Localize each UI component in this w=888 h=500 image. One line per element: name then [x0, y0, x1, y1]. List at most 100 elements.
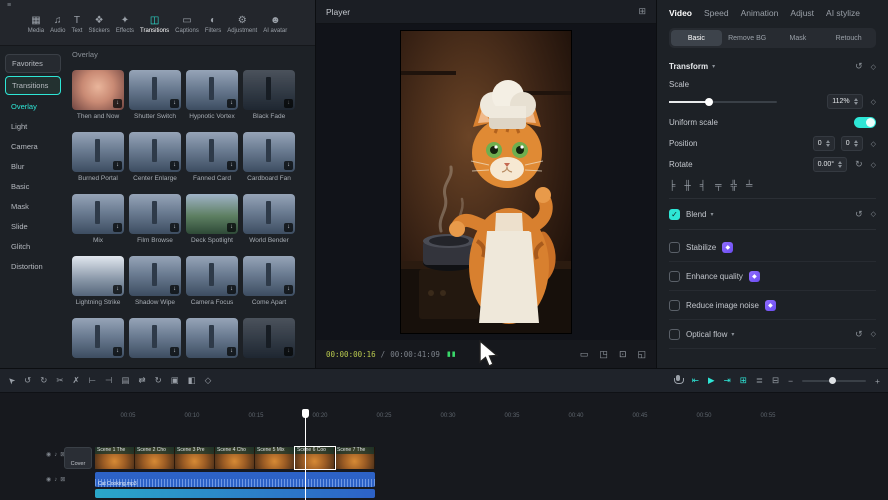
transition-item[interactable]: ↓ — [129, 318, 181, 358]
select-tool-icon[interactable]: ➤ — [5, 374, 18, 387]
tab-audio[interactable]: ♫Audio — [50, 15, 65, 34]
trim-left-icon[interactable]: ⊢ — [89, 375, 96, 386]
track-height-icon[interactable]: ≣ — [756, 375, 763, 386]
sidebar-item-transitions[interactable]: Transitions — [5, 76, 61, 95]
subtab-remove-bg[interactable]: Remove BG — [722, 30, 773, 46]
record-voiceover-icon[interactable] — [674, 375, 683, 386]
transform-keyframe-icon[interactable]: ◇ — [871, 63, 876, 71]
sidebar-item-glitch[interactable]: Glitch — [5, 238, 61, 255]
rotate-keyframe-icon[interactable]: ◇ — [871, 161, 876, 169]
download-icon[interactable]: ↓ — [284, 99, 293, 108]
download-icon[interactable]: ↓ — [284, 347, 293, 356]
clip-scene-6-selected[interactable]: Scene 6 Coo — [295, 447, 335, 469]
download-icon[interactable]: ↓ — [227, 223, 236, 232]
download-icon[interactable]: ↓ — [170, 223, 179, 232]
scale-keyframe-icon[interactable]: ◇ — [871, 98, 876, 106]
tab-speed[interactable]: Speed — [704, 8, 729, 18]
clip-scene-4[interactable]: Scene 4 Cho — [215, 447, 255, 469]
mute-icon[interactable]: ♪ — [54, 477, 57, 483]
preview-end-icon[interactable]: ⇥ — [724, 375, 731, 386]
mute-icon[interactable]: ♪ — [54, 452, 57, 458]
clip-scene-5[interactable]: Scene 5 Mix — [255, 447, 295, 469]
sidebar-item-camera[interactable]: Camera — [5, 138, 61, 155]
split-icon[interactable]: ✂ — [56, 375, 63, 386]
transition-item[interactable]: ↓Film Browse — [129, 194, 181, 246]
play-icon[interactable]: ▶ — [708, 375, 715, 386]
transition-item[interactable]: ↓Camera Focus — [186, 256, 238, 308]
download-icon[interactable]: ↓ — [227, 99, 236, 108]
tab-adjustment[interactable]: ⚙Adjustment — [227, 15, 257, 34]
tab-video[interactable]: Video — [669, 8, 692, 18]
download-icon[interactable]: ↓ — [113, 285, 122, 294]
playhead[interactable] — [305, 409, 306, 500]
tab-media[interactable]: ▦Media — [28, 15, 44, 34]
optical-flow-keyframe-icon[interactable]: ◇ — [871, 330, 876, 338]
subtab-mask[interactable]: Mask — [773, 30, 824, 46]
transition-item[interactable]: ↓Center Enlarge — [129, 132, 181, 184]
eye-icon[interactable]: ◉ — [46, 451, 51, 458]
scale-slider[interactable] — [669, 101, 777, 103]
download-icon[interactable]: ↓ — [113, 161, 122, 170]
sidebar-item-slide[interactable]: Slide — [5, 218, 61, 235]
tab-animation[interactable]: Animation — [741, 8, 779, 18]
eye-icon[interactable]: ◉ — [46, 476, 51, 483]
rotate-value-stepper[interactable]: 0.00° — [813, 157, 847, 172]
transition-item[interactable]: ↓Mix — [72, 194, 124, 246]
transition-item[interactable]: ↓Hypnotic Vortex — [186, 70, 238, 122]
optical-flow-reset-icon[interactable]: ↺ — [855, 329, 863, 340]
transition-item[interactable]: ↓ — [72, 318, 124, 358]
tab-transitions[interactable]: ◫Transitions — [140, 15, 169, 34]
zoom-in-icon[interactable]: + — [875, 376, 880, 386]
blend-keyframe-icon[interactable]: ◇ — [871, 210, 876, 218]
snapping-icon[interactable]: ⊟ — [772, 375, 779, 386]
blend-checkbox[interactable]: ✓ — [669, 209, 680, 220]
download-icon[interactable]: ↓ — [113, 223, 122, 232]
transform-reset-icon[interactable]: ↺ — [855, 61, 863, 72]
chevron-down-icon[interactable]: ▾ — [731, 331, 734, 338]
transition-item[interactable]: ↓Lightning Strike — [72, 256, 124, 308]
clip-scene-3[interactable]: Scene 3 Pre — [175, 447, 215, 469]
download-icon[interactable]: ↓ — [227, 161, 236, 170]
freeze-frame-icon[interactable]: ▤ — [121, 375, 129, 386]
tab-text[interactable]: TText — [71, 15, 82, 34]
download-icon[interactable]: ↓ — [170, 347, 179, 356]
player-menu-icon[interactable]: ⊞ — [638, 6, 646, 17]
tab-adjust[interactable]: Adjust — [790, 8, 814, 18]
tab-ai-avatar[interactable]: ☻AI avatar — [263, 15, 287, 34]
download-icon[interactable]: ↓ — [227, 347, 236, 356]
transition-item[interactable]: ↓Shadow Wipe — [129, 256, 181, 308]
tab-effects[interactable]: ✦Effects — [116, 15, 134, 34]
sidebar-item-favorites[interactable]: Favorites — [5, 54, 61, 73]
timeline-zoom-slider[interactable] — [802, 380, 866, 382]
mask-icon[interactable]: ◧ — [188, 375, 196, 386]
chevron-down-icon[interactable]: ▾ — [712, 63, 715, 70]
position-x-stepper[interactable]: 0 — [813, 136, 835, 151]
transition-item[interactable]: ↓Cardboard Fan — [243, 132, 295, 184]
sidebar-item-distortion[interactable]: Distortion — [5, 258, 61, 275]
crop-icon[interactable]: ▣ — [171, 375, 179, 386]
download-icon[interactable]: ↓ — [113, 347, 122, 356]
cover-button[interactable]: Cover — [64, 447, 92, 469]
transition-item[interactable]: ↓Burned Portal — [72, 132, 124, 184]
audio-clip[interactable]: Cat Cooking.mp3 — [95, 472, 375, 487]
sidebar-item-overlay[interactable]: Overlay — [5, 98, 61, 115]
optical-flow-checkbox[interactable] — [669, 329, 680, 340]
clip-scene-7[interactable]: Scene 7 The — [335, 447, 375, 469]
transition-item[interactable]: ↓Black Fade — [243, 70, 295, 122]
preview-start-icon[interactable]: ⇤ — [692, 375, 699, 386]
tab-filters[interactable]: ◐Filters — [205, 15, 221, 34]
reduce-noise-checkbox[interactable] — [669, 300, 680, 311]
transition-item[interactable]: ↓ — [243, 318, 295, 358]
lock-icon[interactable]: ⊠ — [60, 476, 65, 483]
timeline-ruler[interactable]: 00:05 00:10 00:15 00:20 00:25 00:30 00:3… — [95, 413, 888, 425]
stabilize-checkbox[interactable] — [669, 242, 680, 253]
sidebar-item-blur[interactable]: Blur — [5, 158, 61, 175]
align-top-icon[interactable]: ╤ — [715, 180, 721, 190]
menu-icon[interactable]: ≡ — [7, 2, 11, 9]
transition-item[interactable]: ↓Come Apart — [243, 256, 295, 308]
align-center-v-icon[interactable]: ╬ — [731, 180, 737, 190]
transition-item[interactable]: ↓Then and Now — [72, 70, 124, 122]
keyframe-icon[interactable]: ◇ — [205, 375, 212, 386]
trim-right-icon[interactable]: ⊣ — [105, 375, 112, 386]
subtab-basic[interactable]: Basic — [671, 30, 722, 46]
